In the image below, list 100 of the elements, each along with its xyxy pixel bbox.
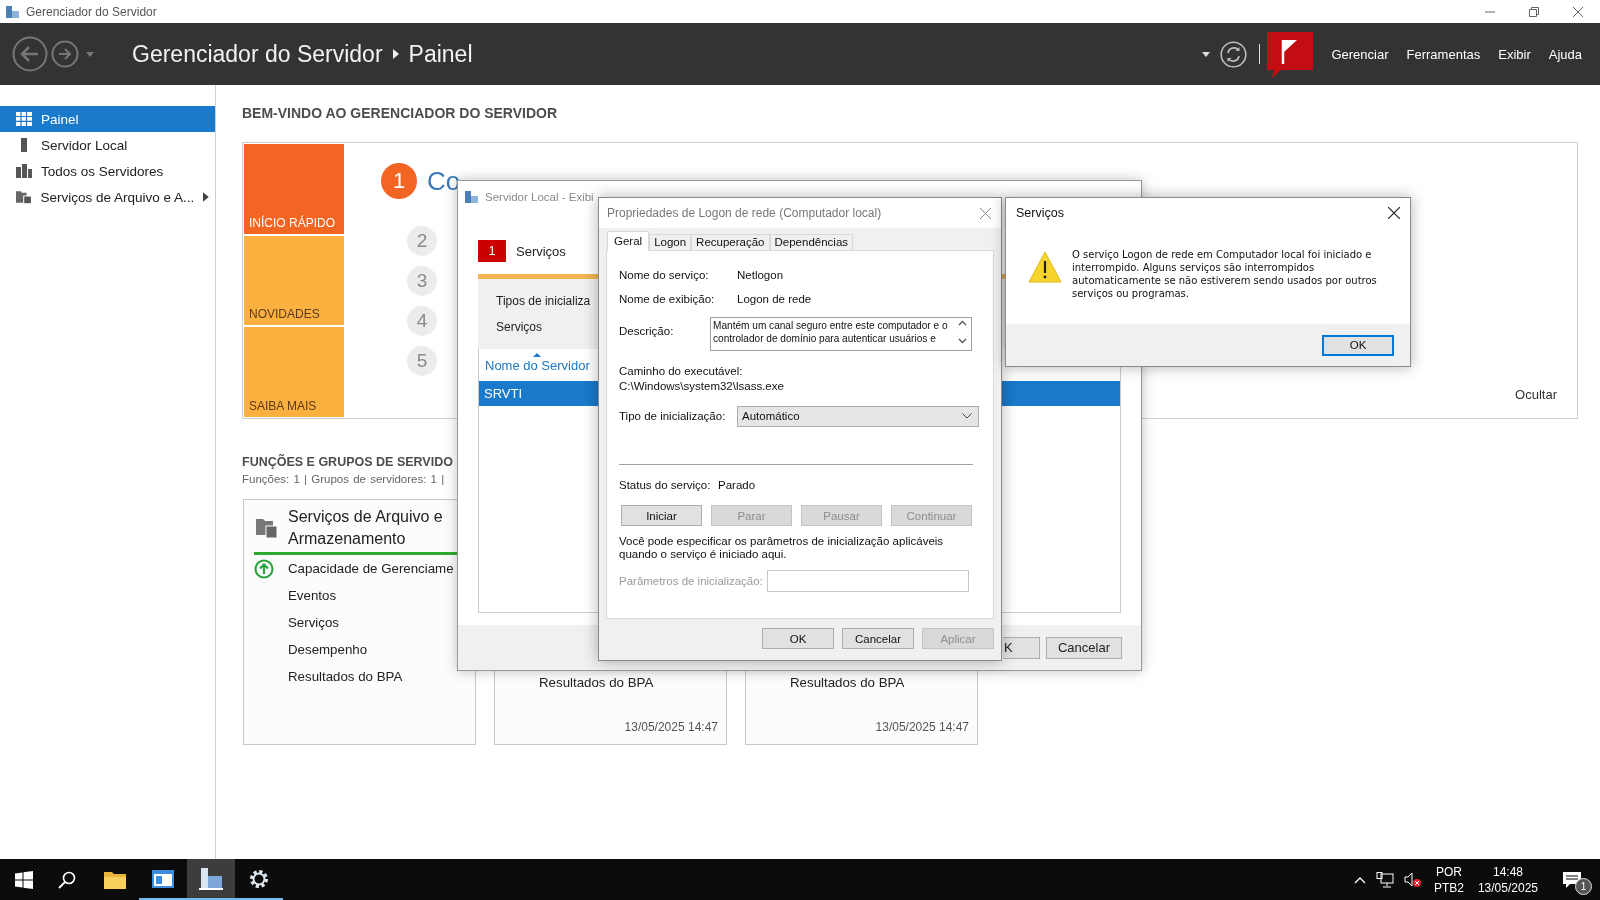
scroll-arrows-icon[interactable] xyxy=(958,319,967,345)
step-number: 4 xyxy=(407,306,437,336)
breadcrumb-current: Painel xyxy=(408,40,473,68)
section-heading: BEM-VINDO AO GERENCIADOR DO SERVIDOR xyxy=(242,105,559,121)
gear-icon xyxy=(248,867,270,890)
volume-muted-icon[interactable] xyxy=(1403,871,1422,888)
tray-chevron-icon[interactable] xyxy=(1353,875,1366,884)
field-label: Nome de exibição: xyxy=(619,293,716,305)
step-number: 1 xyxy=(381,163,417,199)
sidebar-item[interactable]: Servidor Local xyxy=(0,132,215,158)
welcome-tile[interactable]: SAIBA MAIS xyxy=(244,327,344,417)
breadcrumb-caret-icon xyxy=(392,49,399,59)
filter-label: Tipos de inicializa xyxy=(496,294,591,308)
notification-badge: 1 xyxy=(1575,877,1592,895)
chevron-down-icon xyxy=(962,413,972,419)
restore-icon[interactable] xyxy=(1528,5,1540,18)
card-row-label[interactable]: Eventos xyxy=(288,588,337,603)
breadcrumb-root[interactable]: Gerenciador do Servidor xyxy=(132,40,383,68)
card-row-label[interactable]: Capacidade de Gerenciame xyxy=(288,561,454,576)
card-row-label[interactable]: Resultados do BPA xyxy=(790,675,905,690)
dialog-tab[interactable]: Recuperação xyxy=(691,234,770,250)
dialog-tab[interactable]: Geral xyxy=(607,231,650,251)
file-services-icon xyxy=(16,190,32,204)
message-text: O serviço Logon de rede em Computador local foi iniciado e interrompido. Alguns serviços são interrompidos automaticamente se não estiverem sendo usados por outros serviços ou programas. xyxy=(1072,248,1378,300)
column-header[interactable]: Nome do Servidor xyxy=(485,357,590,373)
menu-item[interactable]: Gerenciar xyxy=(1331,46,1389,62)
app-icon xyxy=(464,190,479,204)
dialog-tab[interactable]: Logon xyxy=(649,234,692,250)
back-icon[interactable] xyxy=(12,36,48,72)
folder-icon xyxy=(104,870,126,889)
window-title: Gerenciador do Servidor xyxy=(26,4,157,19)
sidebar-item[interactable]: Todos os Servidores xyxy=(0,158,215,184)
card-title[interactable]: Serviços de Arquivo e Armazenamento xyxy=(288,506,456,550)
sidebar-item[interactable]: Painel xyxy=(0,106,215,132)
section-heading: FUNÇÕES E GRUPOS DE SERVIDO xyxy=(242,455,454,469)
filter-label: Serviços xyxy=(496,320,542,334)
forward-icon[interactable] xyxy=(51,40,79,68)
window-icon xyxy=(152,869,174,888)
search-icon[interactable] xyxy=(58,870,76,889)
service-status: Parado xyxy=(718,479,756,491)
dialog-title: Serviços xyxy=(1016,206,1064,220)
history-caret-icon[interactable] xyxy=(86,51,94,57)
dialog-tab[interactable]: Dependências xyxy=(769,234,854,250)
dialog-title: Propriedades de Logon de rede (Computador local) xyxy=(607,206,882,220)
notifications-flag-icon[interactable] xyxy=(1267,32,1314,78)
field-value: Netlogon xyxy=(737,269,784,281)
hint-text: Você pode especificar os parâmetros de inicialização aplicáveis quando o serviço é iniciado aqui. xyxy=(619,535,945,561)
start-icon[interactable] xyxy=(15,870,33,889)
service-button[interactable]: Iniciar xyxy=(621,505,702,526)
clock-date[interactable]: 13/05/2025 xyxy=(1477,879,1538,896)
keyboard-layout[interactable]: PTB2 xyxy=(1433,879,1464,896)
dialog-button[interactable]: K xyxy=(1003,636,1040,659)
refresh-icon[interactable] xyxy=(1220,40,1248,68)
menu-item[interactable]: Exibir xyxy=(1498,46,1531,62)
roles-summary: Funções: 1 | Grupos de servidores: 1 | xyxy=(242,473,445,485)
menu-item[interactable]: Ajuda xyxy=(1548,46,1582,62)
step-number: 3 xyxy=(407,266,437,296)
field-label: Nome do serviço: xyxy=(619,269,710,281)
sort-arrow-icon xyxy=(533,352,541,357)
executable-path: C:\Windows\system32\lsass.exe xyxy=(619,380,785,392)
network-icon[interactable] xyxy=(1375,871,1394,888)
alert-count: 1 xyxy=(478,240,506,262)
card-row-label[interactable]: Resultados do BPA xyxy=(288,669,403,684)
expand-caret-icon[interactable] xyxy=(203,192,209,202)
welcome-tile[interactable]: NOVIDADES xyxy=(244,235,344,326)
app-icon xyxy=(5,4,20,19)
sidebar-item[interactable]: Serviços de Arquivo e A... xyxy=(0,184,215,210)
alert-label: Serviços xyxy=(516,243,566,259)
close-icon[interactable] xyxy=(1388,207,1400,219)
dialog-button[interactable]: Cancelar xyxy=(1046,636,1122,659)
dialog-button[interactable]: OK xyxy=(762,628,834,649)
field-label: Tipo de inicialização: xyxy=(619,410,727,422)
description-box[interactable]: Mantém um canal seguro entre este computador e o controlador de domínio para autenticar usuários e xyxy=(710,317,972,351)
ok-button[interactable]: OK xyxy=(1322,334,1394,356)
hide-link[interactable]: Ocultar xyxy=(1515,387,1557,402)
field-value: Logon de rede xyxy=(737,293,812,305)
taskbar-app[interactable] xyxy=(187,859,235,900)
role-card[interactable]: Serviços de Arquivo e Armazenamento Capacidade de Gerenciame Eventos Serviços Desempenho Resultados do BPA xyxy=(243,499,476,745)
menu-item[interactable]: Ferramentas xyxy=(1406,46,1481,62)
field-label: Caminho do executável: xyxy=(619,365,744,377)
dashboard-icon xyxy=(16,112,32,126)
dropdown-caret-icon[interactable] xyxy=(1202,51,1211,57)
window-title: Servidor Local - Exibi xyxy=(485,191,594,203)
dialog-button[interactable]: Cancelar xyxy=(842,628,914,649)
card-row-label[interactable]: Desempenho xyxy=(288,642,368,657)
step-number: 2 xyxy=(407,226,437,256)
field-label: Status do serviço: xyxy=(619,479,712,491)
step-number: 5 xyxy=(407,346,437,376)
card-row-label[interactable]: Resultados do BPA xyxy=(539,675,654,690)
servers-icon xyxy=(16,164,32,178)
language-indicator[interactable]: POR xyxy=(1435,863,1462,880)
warning-icon xyxy=(1028,251,1062,283)
clock-time[interactable]: 14:48 xyxy=(1492,863,1523,880)
field-label: Parâmetros de inicialização: xyxy=(619,575,764,587)
card-timestamp: 13/05/2025 14:47 xyxy=(623,720,719,734)
card-timestamp: 13/05/2025 14:47 xyxy=(874,720,970,734)
card-row-label[interactable]: Serviços xyxy=(288,615,339,630)
file-services-icon xyxy=(256,517,278,539)
startup-type-select[interactable]: Automático xyxy=(737,405,979,427)
field-label: Descrição: xyxy=(619,324,675,337)
